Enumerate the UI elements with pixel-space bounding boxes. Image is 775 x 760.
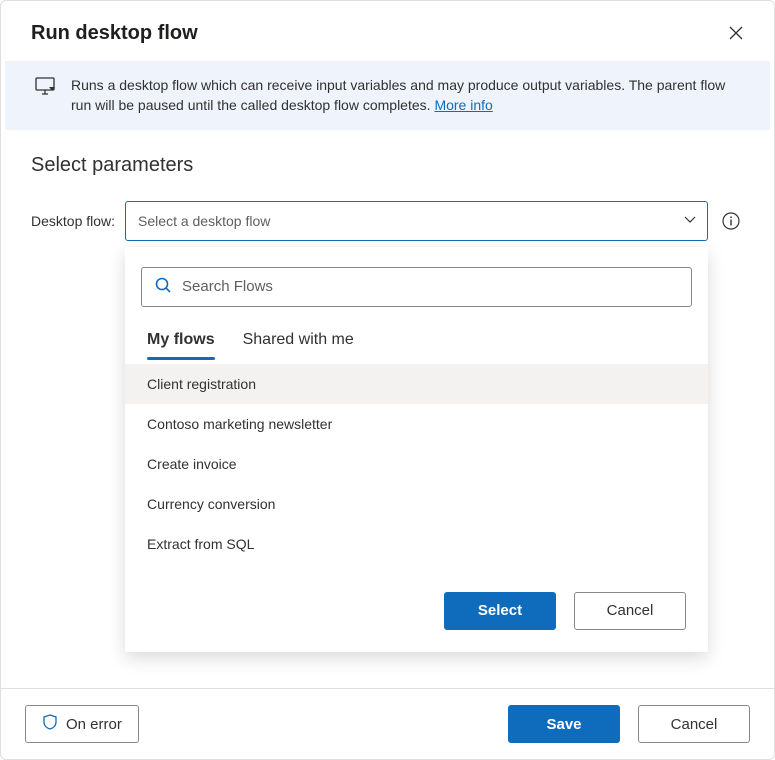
tab-my-flows[interactable]: My flows (147, 323, 215, 359)
dropdown-panel: My flows Shared with me Client registrat… (125, 247, 708, 652)
flow-list: Client registration Contoso marketing ne… (125, 364, 708, 564)
dialog-title: Run desktop flow (31, 22, 198, 45)
info-text-body: Runs a desktop flow which can receive in… (71, 77, 725, 113)
save-button[interactable]: Save (508, 705, 620, 743)
flow-item[interactable]: Client registration (125, 364, 708, 404)
field-info-button[interactable] (718, 208, 744, 234)
cancel-button[interactable]: Cancel (638, 705, 750, 743)
search-box[interactable] (141, 267, 692, 307)
section-title: Select parameters (31, 154, 744, 177)
search-wrap (125, 261, 708, 319)
close-icon (728, 25, 744, 41)
dialog-body: Select parameters Desktop flow: Select a… (1, 130, 774, 688)
info-banner: Runs a desktop flow which can receive in… (5, 61, 770, 130)
dropdown-placeholder: Select a desktop flow (138, 213, 270, 229)
dialog-footer: On error Save Cancel (1, 688, 774, 759)
search-input[interactable] (182, 278, 679, 295)
chevron-down-icon (683, 212, 697, 229)
flow-item[interactable]: Create invoice (125, 444, 708, 484)
field-row: Desktop flow: Select a desktop flow (31, 201, 744, 241)
more-info-link[interactable]: More info (434, 97, 492, 113)
panel-actions: Select Cancel (125, 564, 708, 636)
close-button[interactable] (722, 19, 750, 47)
search-icon (154, 276, 172, 297)
select-button[interactable]: Select (444, 592, 556, 630)
flow-item[interactable]: Contoso marketing newsletter (125, 404, 708, 444)
panel-cancel-button[interactable]: Cancel (574, 592, 686, 630)
footer-actions: Save Cancel (508, 705, 750, 743)
flow-item[interactable]: Extract from SQL (125, 524, 708, 564)
flow-item[interactable]: Currency conversion (125, 484, 708, 524)
tabs: My flows Shared with me (125, 319, 708, 360)
tab-shared-with-me[interactable]: Shared with me (243, 323, 354, 359)
info-text: Runs a desktop flow which can receive in… (71, 75, 746, 116)
on-error-label: On error (66, 716, 122, 733)
field-label: Desktop flow: (31, 213, 115, 229)
desktop-flow-dropdown[interactable]: Select a desktop flow (125, 201, 708, 241)
dropdown-container: Select a desktop flow (125, 201, 708, 241)
dialog-header: Run desktop flow (1, 1, 774, 61)
on-error-button[interactable]: On error (25, 705, 139, 743)
shield-icon (42, 714, 58, 734)
dialog: Run desktop flow Runs a desktop flow whi… (0, 0, 775, 760)
desktop-flow-icon (35, 77, 57, 100)
info-icon (722, 212, 740, 230)
